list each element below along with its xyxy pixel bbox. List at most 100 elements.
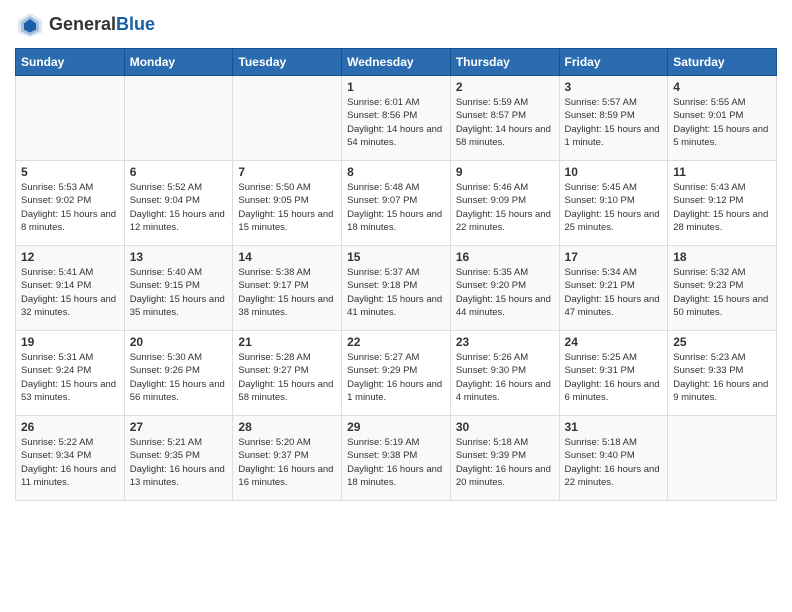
calendar-cell: 14 Sunrise: 5:38 AM Sunset: 9:17 PM Dayli… bbox=[233, 246, 342, 331]
day-info: Sunrise: 5:32 AM Sunset: 9:23 PM Dayligh… bbox=[673, 266, 771, 319]
day-number: 17 bbox=[565, 250, 663, 264]
header: GeneralBlue bbox=[15, 10, 777, 40]
day-info: Sunrise: 5:48 AM Sunset: 9:07 PM Dayligh… bbox=[347, 181, 445, 234]
day-number: 18 bbox=[673, 250, 771, 264]
calendar-cell: 24 Sunrise: 5:25 AM Sunset: 9:31 PM Dayli… bbox=[559, 331, 668, 416]
day-number: 24 bbox=[565, 335, 663, 349]
day-number: 25 bbox=[673, 335, 771, 349]
calendar-cell: 18 Sunrise: 5:32 AM Sunset: 9:23 PM Dayli… bbox=[668, 246, 777, 331]
day-info: Sunrise: 5:50 AM Sunset: 9:05 PM Dayligh… bbox=[238, 181, 336, 234]
calendar-cell: 25 Sunrise: 5:23 AM Sunset: 9:33 PM Dayli… bbox=[668, 331, 777, 416]
day-info: Sunrise: 5:38 AM Sunset: 9:17 PM Dayligh… bbox=[238, 266, 336, 319]
day-info: Sunrise: 5:52 AM Sunset: 9:04 PM Dayligh… bbox=[130, 181, 228, 234]
weekday-header-tuesday: Tuesday bbox=[233, 49, 342, 76]
day-number: 9 bbox=[456, 165, 554, 179]
day-info: Sunrise: 5:27 AM Sunset: 9:29 PM Dayligh… bbox=[347, 351, 445, 404]
week-row-2: 5 Sunrise: 5:53 AM Sunset: 9:02 PM Daylig… bbox=[16, 161, 777, 246]
calendar-cell: 26 Sunrise: 5:22 AM Sunset: 9:34 PM Dayli… bbox=[16, 416, 125, 501]
day-info: Sunrise: 5:34 AM Sunset: 9:21 PM Dayligh… bbox=[565, 266, 663, 319]
day-number: 14 bbox=[238, 250, 336, 264]
day-number: 21 bbox=[238, 335, 336, 349]
weekday-header-friday: Friday bbox=[559, 49, 668, 76]
calendar-cell: 3 Sunrise: 5:57 AM Sunset: 8:59 PM Daylig… bbox=[559, 76, 668, 161]
calendar-cell: 2Sunrise: 5:59 AM Sunset: 8:57 PM Daylig… bbox=[450, 76, 559, 161]
calendar-cell: 7 Sunrise: 5:50 AM Sunset: 9:05 PM Daylig… bbox=[233, 161, 342, 246]
day-number: 23 bbox=[456, 335, 554, 349]
day-number: 7 bbox=[238, 165, 336, 179]
day-number: 10 bbox=[565, 165, 663, 179]
calendar-table: SundayMondayTuesdayWednesdayThursdayFrid… bbox=[15, 48, 777, 501]
calendar-cell: 5 Sunrise: 5:53 AM Sunset: 9:02 PM Daylig… bbox=[16, 161, 125, 246]
calendar-cell: 10 Sunrise: 5:45 AM Sunset: 9:10 PM Dayli… bbox=[559, 161, 668, 246]
calendar-cell: 23 Sunrise: 5:26 AM Sunset: 9:30 PM Dayli… bbox=[450, 331, 559, 416]
calendar-cell bbox=[16, 76, 125, 161]
day-info: Sunrise: 5:18 AM Sunset: 9:40 PM Dayligh… bbox=[565, 436, 663, 489]
day-number: 16 bbox=[456, 250, 554, 264]
day-number: 29 bbox=[347, 420, 445, 434]
day-number: 19 bbox=[21, 335, 119, 349]
calendar-cell: 9Sunrise: 5:46 AM Sunset: 9:09 PM Daylig… bbox=[450, 161, 559, 246]
day-number: 20 bbox=[130, 335, 228, 349]
calendar-cell: 20 Sunrise: 5:30 AM Sunset: 9:26 PM Dayli… bbox=[124, 331, 233, 416]
calendar-cell: 21 Sunrise: 5:28 AM Sunset: 9:27 PM Dayli… bbox=[233, 331, 342, 416]
day-info: Sunrise: 5:22 AM Sunset: 9:34 PM Dayligh… bbox=[21, 436, 119, 489]
logo-text: GeneralBlue bbox=[49, 15, 155, 35]
calendar-cell: 16 Sunrise: 5:35 AM Sunset: 9:20 PM Dayli… bbox=[450, 246, 559, 331]
calendar-cell bbox=[668, 416, 777, 501]
calendar-cell: 19 Sunrise: 5:31 AM Sunset: 9:24 PM Dayli… bbox=[16, 331, 125, 416]
calendar-cell: 13 Sunrise: 5:40 AM Sunset: 9:15 PM Dayli… bbox=[124, 246, 233, 331]
weekday-header-sunday: Sunday bbox=[16, 49, 125, 76]
day-info: Sunrise: 5:19 AM Sunset: 9:38 PM Dayligh… bbox=[347, 436, 445, 489]
weekday-header-row: SundayMondayTuesdayWednesdayThursdayFrid… bbox=[16, 49, 777, 76]
week-row-4: 19 Sunrise: 5:31 AM Sunset: 9:24 PM Dayli… bbox=[16, 331, 777, 416]
calendar-cell: 1Sunrise: 6:01 AM Sunset: 8:56 PM Daylig… bbox=[342, 76, 451, 161]
week-row-3: 12 Sunrise: 5:41 AM Sunset: 9:14 PM Dayli… bbox=[16, 246, 777, 331]
calendar-cell: 8 Sunrise: 5:48 AM Sunset: 9:07 PM Daylig… bbox=[342, 161, 451, 246]
day-number: 30 bbox=[456, 420, 554, 434]
day-number: 8 bbox=[347, 165, 445, 179]
calendar-cell: 29 Sunrise: 5:19 AM Sunset: 9:38 PM Dayli… bbox=[342, 416, 451, 501]
day-info: Sunrise: 5:35 AM Sunset: 9:20 PM Dayligh… bbox=[456, 266, 554, 319]
day-info: Sunrise: 5:23 AM Sunset: 9:33 PM Dayligh… bbox=[673, 351, 771, 404]
calendar-cell: 27 Sunrise: 5:21 AM Sunset: 9:35 PM Dayli… bbox=[124, 416, 233, 501]
day-info: Sunrise: 5:40 AM Sunset: 9:15 PM Dayligh… bbox=[130, 266, 228, 319]
day-number: 2 bbox=[456, 80, 554, 94]
day-info: Sunrise: 5:43 AM Sunset: 9:12 PM Dayligh… bbox=[673, 181, 771, 234]
day-number: 31 bbox=[565, 420, 663, 434]
day-info: Sunrise: 5:31 AM Sunset: 9:24 PM Dayligh… bbox=[21, 351, 119, 404]
day-number: 28 bbox=[238, 420, 336, 434]
calendar-cell: 28 Sunrise: 5:20 AM Sunset: 9:37 PM Dayli… bbox=[233, 416, 342, 501]
week-row-5: 26 Sunrise: 5:22 AM Sunset: 9:34 PM Dayli… bbox=[16, 416, 777, 501]
week-row-1: 1Sunrise: 6:01 AM Sunset: 8:56 PM Daylig… bbox=[16, 76, 777, 161]
calendar-cell: 15Sunrise: 5:37 AM Sunset: 9:18 PM Dayli… bbox=[342, 246, 451, 331]
day-number: 22 bbox=[347, 335, 445, 349]
day-number: 12 bbox=[21, 250, 119, 264]
weekday-header-thursday: Thursday bbox=[450, 49, 559, 76]
day-info: Sunrise: 5:28 AM Sunset: 9:27 PM Dayligh… bbox=[238, 351, 336, 404]
day-info: Sunrise: 5:41 AM Sunset: 9:14 PM Dayligh… bbox=[21, 266, 119, 319]
day-info: Sunrise: 5:20 AM Sunset: 9:37 PM Dayligh… bbox=[238, 436, 336, 489]
day-info: Sunrise: 5:25 AM Sunset: 9:31 PM Dayligh… bbox=[565, 351, 663, 404]
day-info: Sunrise: 5:45 AM Sunset: 9:10 PM Dayligh… bbox=[565, 181, 663, 234]
day-info: Sunrise: 5:53 AM Sunset: 9:02 PM Dayligh… bbox=[21, 181, 119, 234]
day-info: Sunrise: 5:30 AM Sunset: 9:26 PM Dayligh… bbox=[130, 351, 228, 404]
calendar-cell: 22 Sunrise: 5:27 AM Sunset: 9:29 PM Dayli… bbox=[342, 331, 451, 416]
day-info: Sunrise: 5:18 AM Sunset: 9:39 PM Dayligh… bbox=[456, 436, 554, 489]
day-info: Sunrise: 6:01 AM Sunset: 8:56 PM Dayligh… bbox=[347, 96, 445, 149]
weekday-header-monday: Monday bbox=[124, 49, 233, 76]
weekday-header-wednesday: Wednesday bbox=[342, 49, 451, 76]
calendar-cell: 4Sunrise: 5:55 AM Sunset: 9:01 PM Daylig… bbox=[668, 76, 777, 161]
day-number: 5 bbox=[21, 165, 119, 179]
calendar-cell: 17 Sunrise: 5:34 AM Sunset: 9:21 PM Dayli… bbox=[559, 246, 668, 331]
calendar-cell: 6Sunrise: 5:52 AM Sunset: 9:04 PM Daylig… bbox=[124, 161, 233, 246]
day-number: 11 bbox=[673, 165, 771, 179]
day-info: Sunrise: 5:26 AM Sunset: 9:30 PM Dayligh… bbox=[456, 351, 554, 404]
day-number: 27 bbox=[130, 420, 228, 434]
day-info: Sunrise: 5:55 AM Sunset: 9:01 PM Dayligh… bbox=[673, 96, 771, 149]
day-info: Sunrise: 5:57 AM Sunset: 8:59 PM Dayligh… bbox=[565, 96, 663, 149]
day-number: 26 bbox=[21, 420, 119, 434]
day-info: Sunrise: 5:21 AM Sunset: 9:35 PM Dayligh… bbox=[130, 436, 228, 489]
day-number: 3 bbox=[565, 80, 663, 94]
day-number: 13 bbox=[130, 250, 228, 264]
calendar-cell: 31 Sunrise: 5:18 AM Sunset: 9:40 PM Dayli… bbox=[559, 416, 668, 501]
